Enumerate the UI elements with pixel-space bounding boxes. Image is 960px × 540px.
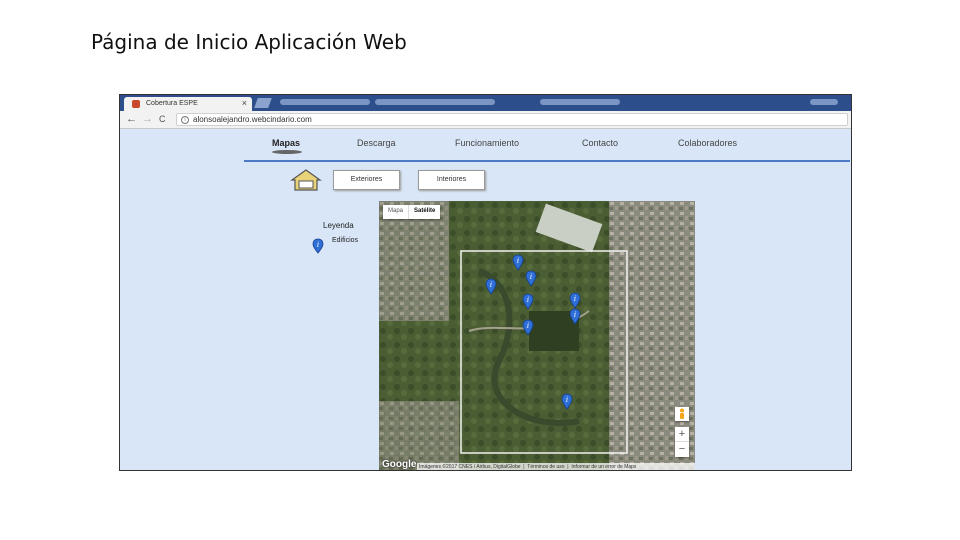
tab-close-icon[interactable]: × xyxy=(242,98,247,108)
map-type-control: Mapa Satélite xyxy=(383,205,441,219)
tab-strip: Cobertura ESPE × xyxy=(120,95,851,111)
map-type-map-button[interactable]: Mapa xyxy=(383,205,408,219)
legend-title: Leyenda xyxy=(323,221,354,230)
blurred-bookmark xyxy=(280,99,370,105)
svg-text:i: i xyxy=(574,311,576,319)
zoom-in-button[interactable]: + xyxy=(675,427,689,442)
svg-text:i: i xyxy=(517,257,519,265)
legend-label-edificios: Edificios xyxy=(332,237,359,244)
imagery-credit: Imágenes ©2017 CNES / Airbus, DigitalGlo… xyxy=(419,464,521,470)
zoom-control: + − xyxy=(675,427,689,457)
back-arrow-icon[interactable]: ← xyxy=(126,113,137,125)
nav-item-contacto[interactable]: Contacto xyxy=(582,138,618,148)
interiores-button[interactable]: Interiores xyxy=(418,170,485,190)
svg-text:i: i xyxy=(527,296,529,304)
info-marker-icon[interactable]: i xyxy=(522,293,534,310)
svg-text:i: i xyxy=(530,273,532,281)
google-logo: Google xyxy=(382,459,417,470)
home-button[interactable] xyxy=(289,168,323,192)
address-bar[interactable]: i alonsoalejandro.webcindario.com xyxy=(176,113,848,126)
info-marker-icon[interactable]: i xyxy=(569,308,581,325)
new-tab-button[interactable] xyxy=(254,98,272,108)
svg-text:i: i xyxy=(317,241,319,249)
blurred-bookmark xyxy=(810,99,838,105)
marker-layer: i i i i i i i i xyxy=(485,254,581,410)
info-marker-icon: i xyxy=(312,238,324,254)
browser-screenshot: Cobertura ESPE × ← → C i alonsoalejandro… xyxy=(119,94,852,471)
forward-arrow-icon[interactable]: → xyxy=(142,113,153,125)
info-marker-icon[interactable]: i xyxy=(525,270,537,287)
info-marker-icon[interactable]: i xyxy=(485,278,497,295)
blurred-bookmark xyxy=(540,99,620,105)
svg-text:i: i xyxy=(527,322,529,330)
street-view-icon xyxy=(680,408,684,419)
house-icon xyxy=(290,169,322,191)
info-marker-icon[interactable]: i xyxy=(561,393,573,410)
nav-item-funcionamiento[interactable]: Funcionamiento xyxy=(455,138,519,148)
svg-text:i: i xyxy=(490,281,492,289)
blurred-bookmark xyxy=(375,99,495,105)
address-url: alonsoalejandro.webcindario.com xyxy=(193,115,312,124)
info-marker-icon[interactable]: i xyxy=(569,292,581,309)
site-nav: Mapas Descarga Funcionamiento Contacto C… xyxy=(244,129,850,162)
page-content: Mapas Descarga Funcionamiento Contacto C… xyxy=(120,129,851,470)
terms-link[interactable]: Términos de uso xyxy=(527,464,564,470)
browser-tab[interactable]: Cobertura ESPE × xyxy=(124,97,252,111)
map-attribution: Imágenes ©2017 CNES / Airbus, DigitalGlo… xyxy=(417,463,695,470)
active-tab-indicator xyxy=(272,150,302,154)
favicon-icon xyxy=(132,100,140,108)
info-marker-icon[interactable]: i xyxy=(522,319,534,336)
pegman-icon[interactable] xyxy=(675,407,689,421)
exteriores-button[interactable]: Exteriores xyxy=(333,170,400,190)
info-marker-icon[interactable]: i xyxy=(512,254,524,271)
svg-text:i: i xyxy=(566,396,568,404)
map-type-satellite-button[interactable]: Satélite xyxy=(408,205,440,219)
zoom-out-button[interactable]: − xyxy=(675,442,689,457)
svg-text:i: i xyxy=(574,295,576,303)
nav-item-colaboradores[interactable]: Colaboradores xyxy=(678,138,737,148)
satellite-map[interactable]: i i i i i i i i Mapa Satélite + − Google… xyxy=(379,201,695,470)
info-circle-icon[interactable]: i xyxy=(181,116,189,124)
reload-icon[interactable]: C xyxy=(159,114,166,124)
report-error-link[interactable]: Informar de un error de Maps xyxy=(571,464,636,470)
tab-title: Cobertura ESPE xyxy=(146,100,198,107)
nav-item-mapas[interactable]: Mapas xyxy=(272,138,300,148)
slide-title: Página de Inicio Aplicación Web xyxy=(91,30,407,54)
nav-item-descarga[interactable]: Descarga xyxy=(357,138,396,148)
browser-toolbar: ← → C i alonsoalejandro.webcindario.com xyxy=(120,111,851,129)
